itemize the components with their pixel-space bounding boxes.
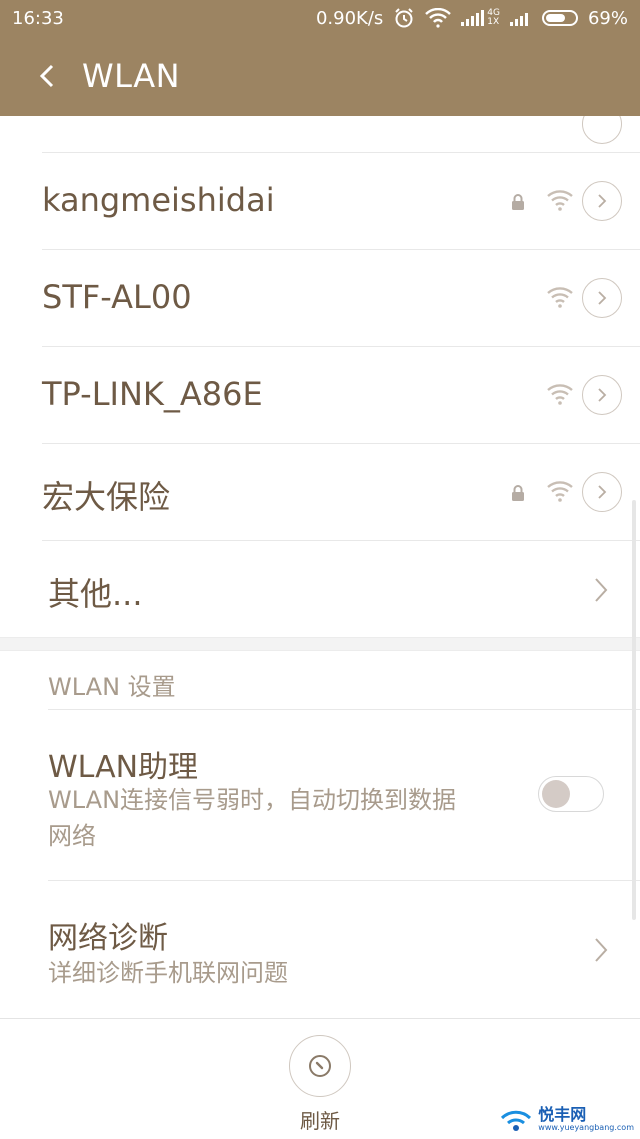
network-name: STF-AL00: [42, 278, 192, 316]
app-bar: WLAN: [0, 36, 640, 116]
wlan-assistant-desc: WLAN连接信号弱时，自动切换到数据 网络: [48, 782, 456, 854]
other-networks-row[interactable]: 其他...: [48, 541, 640, 637]
cell-signal-4g-icon: 4G 1X: [461, 9, 500, 27]
status-bar: 16:33 0.90K/s 4G 1X 69%: [0, 0, 640, 36]
alarm-icon: [393, 7, 415, 29]
network-detail-button[interactable]: [582, 375, 622, 415]
section-divider: [0, 637, 640, 651]
chevron-right-icon: [594, 937, 608, 967]
wlan-settings-header: WLAN 设置: [48, 651, 640, 710]
wifi-status-icon: [425, 8, 452, 28]
refresh-gauge-icon: [309, 1055, 331, 1077]
network-detail-button[interactable]: [582, 181, 622, 221]
network-detail-button[interactable]: [582, 278, 622, 318]
lock-icon: [510, 193, 526, 211]
chevron-right-icon: [594, 577, 608, 607]
network-speed: 0.90K/s: [315, 7, 384, 29]
network-detail-button[interactable]: [582, 116, 622, 144]
wifi-list: kangmeishidai STF-AL00 TP-LINK_A86E 宏大保险 其他…: [0, 116, 640, 1020]
scrollbar[interactable]: [632, 500, 636, 920]
network-diagnose-title: 网络诊断: [48, 921, 168, 956]
network-diagnose-row[interactable]: 网络诊断 详细诊断手机联网问题: [48, 881, 640, 1020]
wlan-assistant-toggle[interactable]: [538, 776, 604, 812]
cell-signal-icon: [509, 10, 532, 26]
wifi-signal-icon: [546, 189, 574, 211]
other-networks-label: 其他...: [48, 575, 143, 613]
status-time: 16:33: [12, 8, 64, 29]
network-row[interactable]: STF-AL00: [42, 250, 640, 347]
network-row[interactable]: 宏大保险: [42, 444, 640, 541]
section-header-label: WLAN 设置: [48, 673, 176, 701]
network-name: 宏大保险: [42, 478, 171, 516]
battery-percent: 69%: [587, 7, 628, 29]
lock-icon: [510, 484, 526, 502]
watermark-url: www.yueyangbang.com: [538, 1123, 634, 1132]
wifi-signal-icon: [546, 480, 574, 502]
battery-fill: [545, 14, 565, 22]
wlan-assistant-desc-line1: WLAN连接信号弱时，自动切换到数据: [48, 786, 457, 814]
wlan-assistant-title: WLAN助理: [48, 750, 199, 785]
toggle-knob: [542, 780, 570, 808]
wlan-assistant-desc-line2: 网络: [48, 822, 96, 850]
network-row[interactable]: TP-LINK_A86E: [42, 347, 640, 444]
wifi-signal-icon: [546, 286, 574, 308]
network-row[interactable]: kangmeishidai: [42, 153, 640, 250]
network-diagnose-desc: 详细诊断手机联网问题: [48, 959, 288, 987]
wlan-assistant-row[interactable]: WLAN助理 WLAN连接信号弱时，自动切换到数据 网络: [48, 710, 640, 881]
battery-icon: [541, 10, 578, 26]
watermark-name: 悦丰网: [538, 1105, 587, 1124]
page-title: WLAN: [82, 57, 181, 95]
partial-network-row[interactable]: [42, 116, 640, 153]
label-1x: 1X: [487, 17, 500, 27]
watermark-logo: 悦丰网 www.yueyangbang.com: [500, 1107, 634, 1132]
back-arrow-icon[interactable]: [36, 60, 60, 92]
refresh-button[interactable]: [289, 1035, 351, 1097]
wifi-logo-icon: [501, 1110, 532, 1131]
network-detail-button[interactable]: [582, 472, 622, 512]
network-name: kangmeishidai: [42, 181, 275, 219]
network-name: TP-LINK_A86E: [42, 375, 263, 413]
status-icons: 0.90K/s 4G 1X 69%: [316, 7, 628, 29]
wifi-signal-icon: [546, 383, 574, 405]
